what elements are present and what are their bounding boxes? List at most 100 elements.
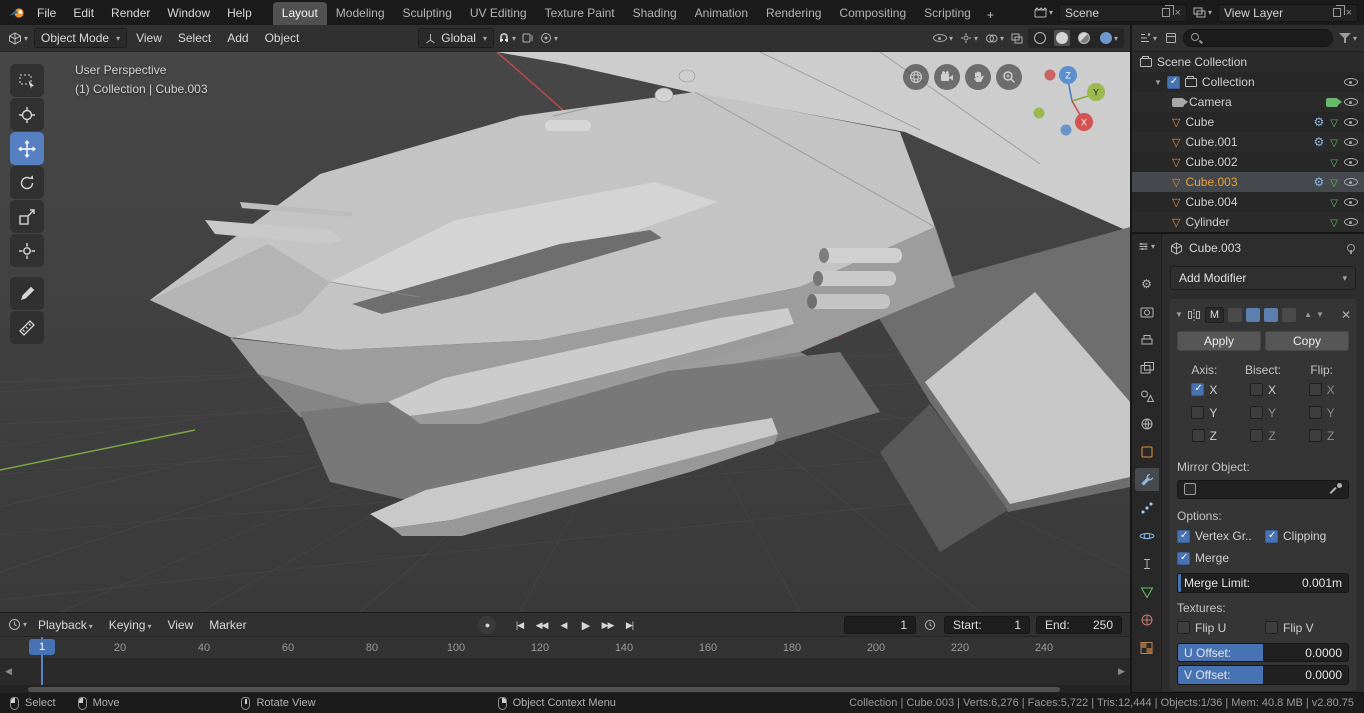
outliner-row-cube004[interactable]: Cube.004: [1132, 192, 1364, 212]
tab-world[interactable]: [1135, 412, 1159, 435]
shading-wireframe-icon[interactable]: [1032, 30, 1048, 46]
apply-button[interactable]: Apply: [1177, 330, 1261, 351]
shading-material-icon[interactable]: [1076, 30, 1092, 46]
tab-modeling[interactable]: Modeling: [327, 2, 394, 25]
navigation-gizmo[interactable]: Z Y X: [1026, 58, 1122, 150]
flip-v-checkbox[interactable]: [1265, 621, 1278, 635]
overlays-icon[interactable]: [983, 31, 1006, 46]
mesh-data-icon[interactable]: [1330, 155, 1338, 169]
outliner-row-scene-collection[interactable]: Scene Collection: [1132, 52, 1364, 72]
scroll-left-icon[interactable]: ◀: [5, 666, 12, 677]
wrench-icon[interactable]: [1314, 115, 1325, 129]
bisect-z-checkbox[interactable]: [1250, 429, 1264, 442]
jump-to-end-button[interactable]: ▶|: [620, 616, 639, 634]
copy-button[interactable]: Copy: [1265, 330, 1349, 351]
merge-limit-slider[interactable]: Merge Limit: 0.001m: [1177, 573, 1349, 593]
menu-window[interactable]: Window: [159, 3, 218, 23]
tab-constraints[interactable]: [1135, 552, 1159, 575]
tab-material[interactable]: [1135, 608, 1159, 631]
snap-magnet-icon[interactable]: [496, 30, 518, 46]
u-offset-slider[interactable]: U Offset: 0.0000: [1177, 642, 1349, 663]
modifier-expand-icon[interactable]: ▼: [1175, 310, 1183, 319]
view-layer-selector[interactable]: View Layer ×: [1218, 3, 1358, 22]
outliner-row-cube[interactable]: Cube: [1132, 112, 1364, 132]
modifier-render-toggle[interactable]: [1264, 307, 1279, 322]
modifier-cage-toggle[interactable]: [1282, 307, 1297, 322]
next-keyframe-button[interactable]: ▶▶: [598, 616, 617, 634]
tab-particles[interactable]: [1135, 496, 1159, 519]
view-menu[interactable]: View: [129, 27, 169, 49]
keying-menu[interactable]: Keying: [102, 614, 159, 636]
cursor-tool[interactable]: [10, 98, 44, 131]
outliner-row-collection[interactable]: ▼ Collection: [1132, 72, 1364, 92]
add-menu[interactable]: Add: [220, 27, 255, 49]
xray-toggle-icon[interactable]: [1009, 31, 1025, 46]
timeline-scrollbar[interactable]: [0, 685, 1130, 693]
tab-uv-editing[interactable]: UV Editing: [461, 2, 536, 25]
tab-sculpting[interactable]: Sculpting: [394, 2, 461, 25]
eye-icon[interactable]: [1344, 156, 1358, 168]
timeline-view-menu[interactable]: View: [160, 614, 200, 636]
tab-rendering[interactable]: Rendering: [757, 2, 830, 25]
eyedropper-icon[interactable]: [1330, 483, 1342, 495]
mesh-data-icon[interactable]: [1330, 215, 1338, 229]
tab-object[interactable]: [1135, 440, 1159, 463]
modifier-move-up-icon[interactable]: ▲: [1304, 310, 1312, 319]
bisect-y-checkbox[interactable]: [1250, 406, 1263, 419]
eye-icon[interactable]: [1344, 96, 1358, 108]
modifier-close-icon[interactable]: ✕: [1341, 308, 1351, 322]
mesh-data-icon[interactable]: [1330, 135, 1338, 149]
proportional-editing-icon[interactable]: [538, 30, 560, 46]
outliner-row-cube003[interactable]: Cube.003: [1132, 172, 1364, 192]
modifier-name-field[interactable]: M: [1204, 306, 1225, 323]
vertex-groups-checkbox[interactable]: [1177, 529, 1190, 543]
unlink-scene-icon[interactable]: ×: [1175, 7, 1181, 19]
add-workspace-button[interactable]: +: [980, 5, 1001, 25]
eye-icon[interactable]: [1344, 196, 1358, 208]
use-preview-range-icon[interactable]: [922, 617, 938, 633]
flip-z-checkbox[interactable]: [1309, 429, 1322, 442]
pan-hand-icon[interactable]: [965, 64, 991, 90]
axis-x-checkbox[interactable]: [1191, 383, 1205, 396]
scene-browse-icon[interactable]: [1032, 5, 1055, 20]
viewport-3d[interactable]: User Perspective (1) Collection | Cube.0…: [0, 52, 1130, 612]
flip-u-checkbox[interactable]: [1177, 621, 1190, 635]
annotate-tool[interactable]: [10, 277, 44, 310]
select-menu[interactable]: Select: [171, 27, 218, 49]
tab-compositing[interactable]: Compositing: [830, 2, 915, 25]
shading-solid-icon[interactable]: [1053, 30, 1070, 46]
modifier-move-down-icon[interactable]: ▼: [1316, 310, 1324, 319]
playhead-frame-label[interactable]: 1: [29, 639, 55, 655]
snap-toggle-icon[interactable]: [520, 31, 536, 45]
modifier-realtime-toggle[interactable]: [1246, 307, 1261, 322]
pin-icon[interactable]: [1345, 243, 1356, 254]
disclosure-icon[interactable]: ▼: [1154, 78, 1162, 87]
grid-sphere-icon[interactable]: [903, 64, 929, 90]
tab-render[interactable]: [1135, 300, 1159, 323]
editor-type-properties-icon[interactable]: [1136, 239, 1157, 254]
mirror-object-field[interactable]: [1177, 479, 1349, 500]
transform-tool[interactable]: [10, 234, 44, 267]
new-view-layer-icon[interactable]: [1332, 5, 1345, 17]
mesh-data-icon[interactable]: [1330, 115, 1338, 129]
auto-keying-button[interactable]: ●: [478, 616, 496, 634]
wrench-icon[interactable]: [1314, 135, 1325, 149]
measure-tool[interactable]: [10, 311, 44, 344]
remove-view-layer-icon[interactable]: ×: [1346, 7, 1352, 19]
menu-render[interactable]: Render: [103, 3, 158, 23]
select-box-tool[interactable]: [10, 64, 44, 97]
viewport-canvas[interactable]: [0, 52, 1130, 612]
playback-menu[interactable]: Playback: [31, 614, 100, 636]
marker-menu[interactable]: Marker: [202, 614, 253, 636]
eye-icon[interactable]: [1344, 116, 1358, 128]
tab-shading[interactable]: Shading: [624, 2, 686, 25]
wrench-icon[interactable]: [1314, 175, 1325, 189]
outliner-row-camera[interactable]: Camera: [1132, 92, 1364, 112]
prev-keyframe-button[interactable]: ◀◀: [532, 616, 551, 634]
menu-edit[interactable]: Edit: [65, 3, 102, 23]
outliner-filter-icon[interactable]: [1337, 30, 1359, 46]
frame-ruler[interactable]: 20 40 60 80 100 120 140 160 180 200 220 …: [0, 637, 1130, 659]
object-menu[interactable]: Object: [258, 27, 307, 49]
flip-x-checkbox[interactable]: [1308, 383, 1322, 396]
rotate-tool[interactable]: [10, 166, 44, 199]
